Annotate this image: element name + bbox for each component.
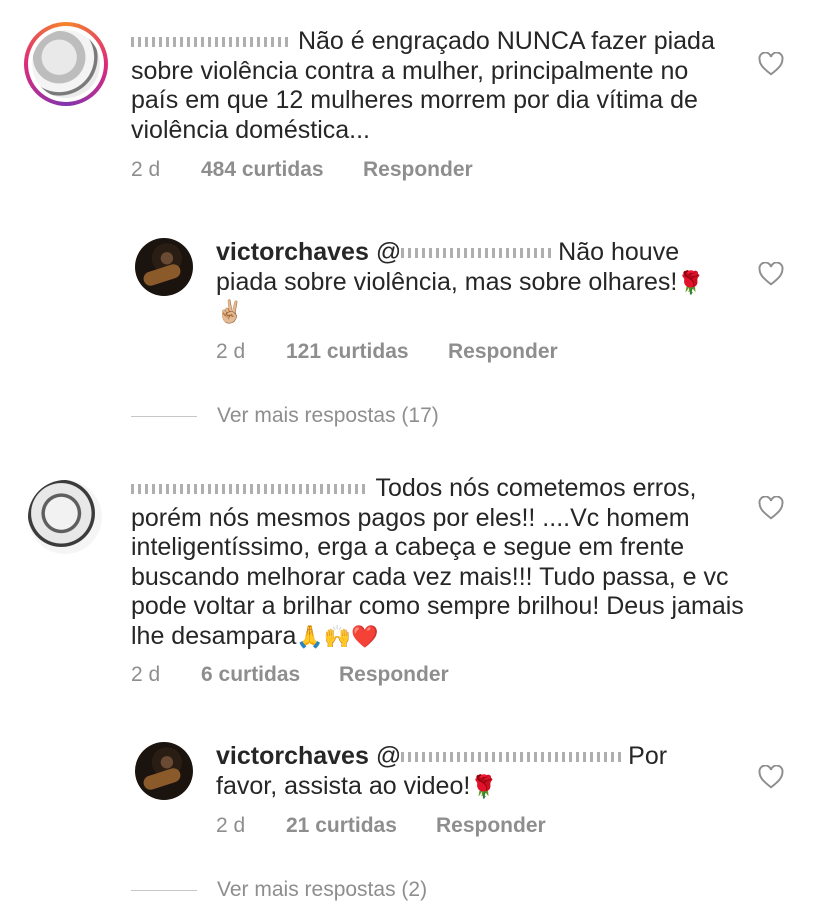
heart-icon[interactable]: [758, 496, 784, 520]
comment-text: Não é engraçado NUNCA fazer piada sobre …: [131, 27, 715, 144]
comment-meta: 2 d 484 curtidas Responder: [131, 158, 473, 182]
blurred-mention[interactable]: [401, 248, 552, 259]
comment-time: 2 d: [216, 340, 246, 363]
likes-count[interactable]: 121 curtidas: [286, 340, 448, 364]
peace-emoji: ✌🏼: [216, 299, 244, 324]
reply-button[interactable]: Responder: [448, 340, 558, 364]
username[interactable]: victorchaves: [216, 238, 369, 266]
mention[interactable]: @: [376, 742, 401, 770]
avatar[interactable]: [28, 480, 102, 554]
comment-text: victorchaves @ Não houve piada sobre vio…: [216, 238, 705, 324]
view-more-replies[interactable]: Ver mais respostas (2): [131, 878, 427, 902]
reply-button[interactable]: Responder: [339, 663, 449, 687]
comment-time: 2 d: [131, 158, 161, 181]
comment-time: 2 d: [216, 814, 246, 837]
likes-count[interactable]: 484 curtidas: [201, 158, 363, 182]
comment-time: 2 d: [131, 663, 161, 686]
heart-icon[interactable]: [758, 765, 784, 789]
mention[interactable]: @: [376, 238, 401, 266]
comment-text: victorchaves @ Por favor, assista ao vid…: [216, 742, 668, 800]
username[interactable]: victorchaves: [216, 742, 369, 770]
view-more-replies[interactable]: Ver mais respostas (17): [131, 404, 439, 428]
heart-icon[interactable]: [758, 262, 784, 286]
avatar[interactable]: [135, 742, 193, 800]
likes-count[interactable]: 6 curtidas: [201, 663, 339, 687]
comment-meta: 2 d 21 curtidas Responder: [216, 814, 546, 838]
avatar[interactable]: [24, 22, 108, 106]
likes-count[interactable]: 21 curtidas: [286, 814, 436, 838]
comment-meta: 2 d 121 curtidas Responder: [216, 340, 558, 364]
comment-meta: 2 d 6 curtidas Responder: [131, 663, 449, 687]
emoji-group: 🙏🙌❤️: [296, 623, 379, 649]
blurred-mention[interactable]: [401, 752, 622, 763]
reply-button[interactable]: Responder: [363, 158, 473, 182]
avatar[interactable]: [135, 238, 193, 296]
heart-icon[interactable]: [758, 52, 784, 76]
blurred-username[interactable]: [131, 37, 291, 48]
rose-emoji: 🌹: [677, 269, 705, 295]
rose-emoji: 🌹: [470, 773, 498, 799]
reply-button[interactable]: Responder: [436, 814, 546, 838]
comment-text: Todos nós cometemos erros, porém nós mes…: [131, 474, 744, 650]
blurred-username[interactable]: [131, 484, 369, 495]
